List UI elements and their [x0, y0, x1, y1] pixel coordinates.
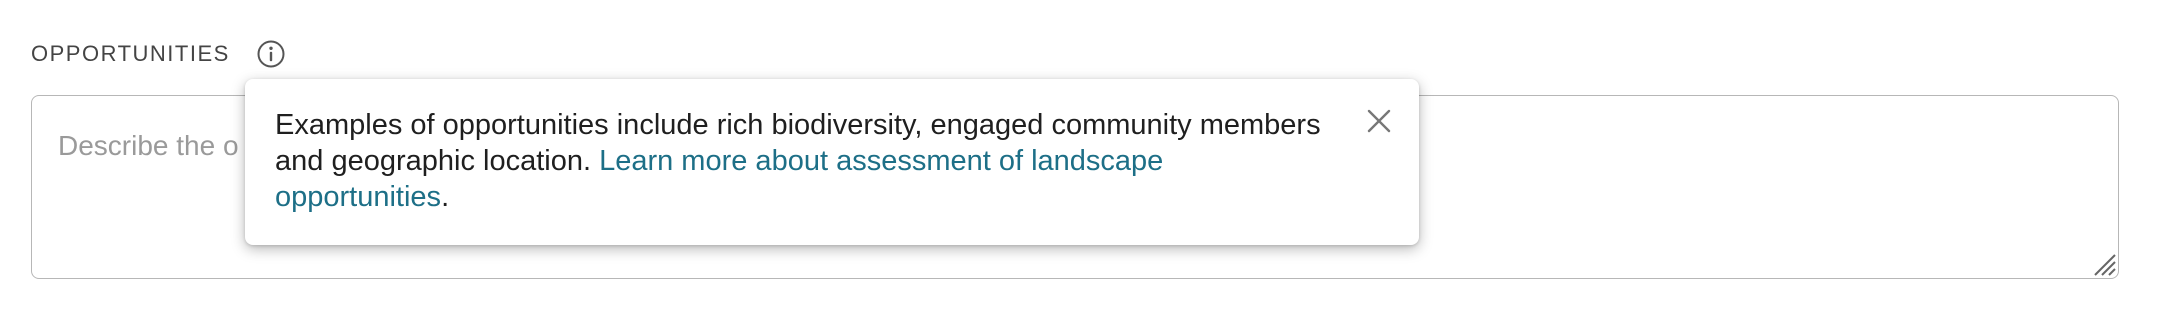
tooltip-period: . — [441, 181, 450, 213]
close-icon[interactable] — [1365, 107, 1393, 135]
textarea-placeholder: Describe the o — [58, 130, 239, 161]
info-icon[interactable] — [256, 39, 286, 69]
field-label: OPPORTUNITIES — [31, 41, 230, 66]
info-tooltip: Examples of opportunities include rich b… — [245, 79, 1419, 245]
tooltip-text: Examples of opportunities include rich b… — [275, 107, 1325, 215]
field-label-row: OPPORTUNITIES — [31, 36, 286, 72]
opportunities-section: OPPORTUNITIES Describe the o Examples of… — [0, 0, 2176, 324]
resize-handle-icon[interactable] — [2090, 250, 2116, 276]
